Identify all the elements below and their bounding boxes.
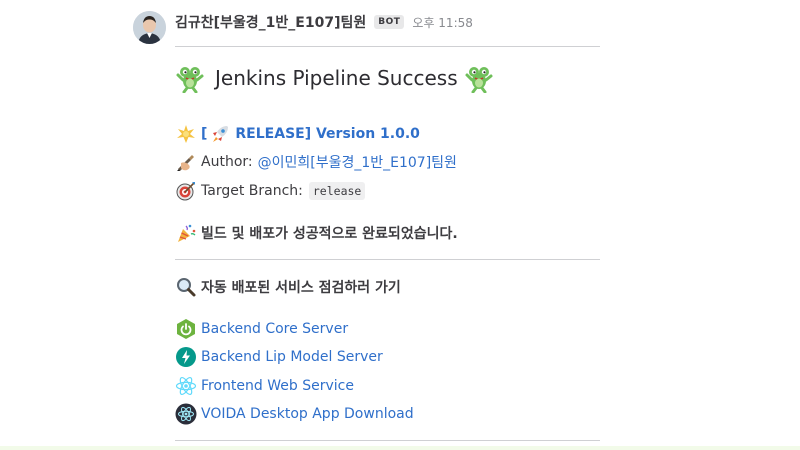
service-link[interactable]: Backend Lip Model Server bbox=[201, 349, 383, 365]
message-title: Jenkins Pipeline Success bbox=[175, 62, 498, 94]
party-popper-icon bbox=[175, 222, 197, 244]
sender-name[interactable]: 김규찬[부울경_1반_E107]팀원 bbox=[175, 12, 366, 32]
status-line: 빌드 및 배포가 성공적으로 완료되었습니다. bbox=[175, 222, 458, 244]
branch-line: Target Branch: release bbox=[175, 180, 366, 202]
star-burst-icon bbox=[175, 123, 197, 145]
service-item[interactable]: Backend Core Server bbox=[175, 318, 348, 340]
frog-dancing-icon bbox=[464, 63, 494, 93]
service-item[interactable]: Backend Lip Model Server bbox=[175, 346, 383, 368]
status-text: 빌드 및 배포가 성공적으로 완료되었습니다. bbox=[201, 226, 458, 242]
author-line: Author: @이민희[부울경_1반_E107]팀원 bbox=[175, 151, 457, 173]
avatar[interactable] bbox=[133, 11, 166, 44]
service-item[interactable]: VOIDA Desktop App Download bbox=[175, 403, 414, 425]
author-label: Author: bbox=[201, 154, 253, 170]
service-link[interactable]: VOIDA Desktop App Download bbox=[201, 406, 414, 422]
target-icon bbox=[175, 180, 197, 202]
author-mention[interactable]: @이민희[부울경_1반_E107]팀원 bbox=[258, 152, 457, 172]
divider bbox=[175, 46, 600, 47]
fastapi-icon bbox=[175, 346, 197, 368]
branch-label: Target Branch: bbox=[201, 183, 303, 199]
spring-boot-icon bbox=[175, 318, 197, 340]
service-item[interactable]: Frontend Web Service bbox=[175, 375, 354, 397]
release-link[interactable]: RELEASE] Version 1.0.0 bbox=[235, 126, 420, 142]
writing-hand-icon bbox=[175, 151, 197, 173]
react-icon bbox=[175, 375, 197, 397]
service-link[interactable]: Backend Core Server bbox=[201, 321, 348, 337]
profile-photo bbox=[133, 11, 166, 44]
message-header: 김규찬[부울경_1반_E107]팀원 BOT 오후 11:58 bbox=[175, 12, 473, 32]
frog-dancing-icon bbox=[175, 63, 205, 93]
divider bbox=[175, 440, 600, 441]
title-text: Jenkins Pipeline Success bbox=[215, 66, 458, 90]
release-prefix: [ bbox=[201, 126, 208, 142]
rocket-icon bbox=[209, 123, 231, 145]
services-heading-text: 자동 배포된 서비스 점검하러 가기 bbox=[201, 280, 401, 296]
service-link[interactable]: Frontend Web Service bbox=[201, 378, 354, 394]
services-heading: 자동 배포된 서비스 점검하러 가기 bbox=[175, 276, 401, 298]
message-time[interactable]: 오후 11:58 bbox=[412, 14, 472, 31]
electron-icon bbox=[175, 403, 197, 425]
magnifier-icon bbox=[175, 276, 197, 298]
branch-code: release bbox=[308, 182, 366, 200]
divider bbox=[175, 259, 600, 260]
bottom-strip bbox=[0, 446, 800, 450]
bot-badge: BOT bbox=[374, 15, 405, 29]
release-line: [ RELEASE] Version 1.0.0 bbox=[175, 123, 420, 145]
